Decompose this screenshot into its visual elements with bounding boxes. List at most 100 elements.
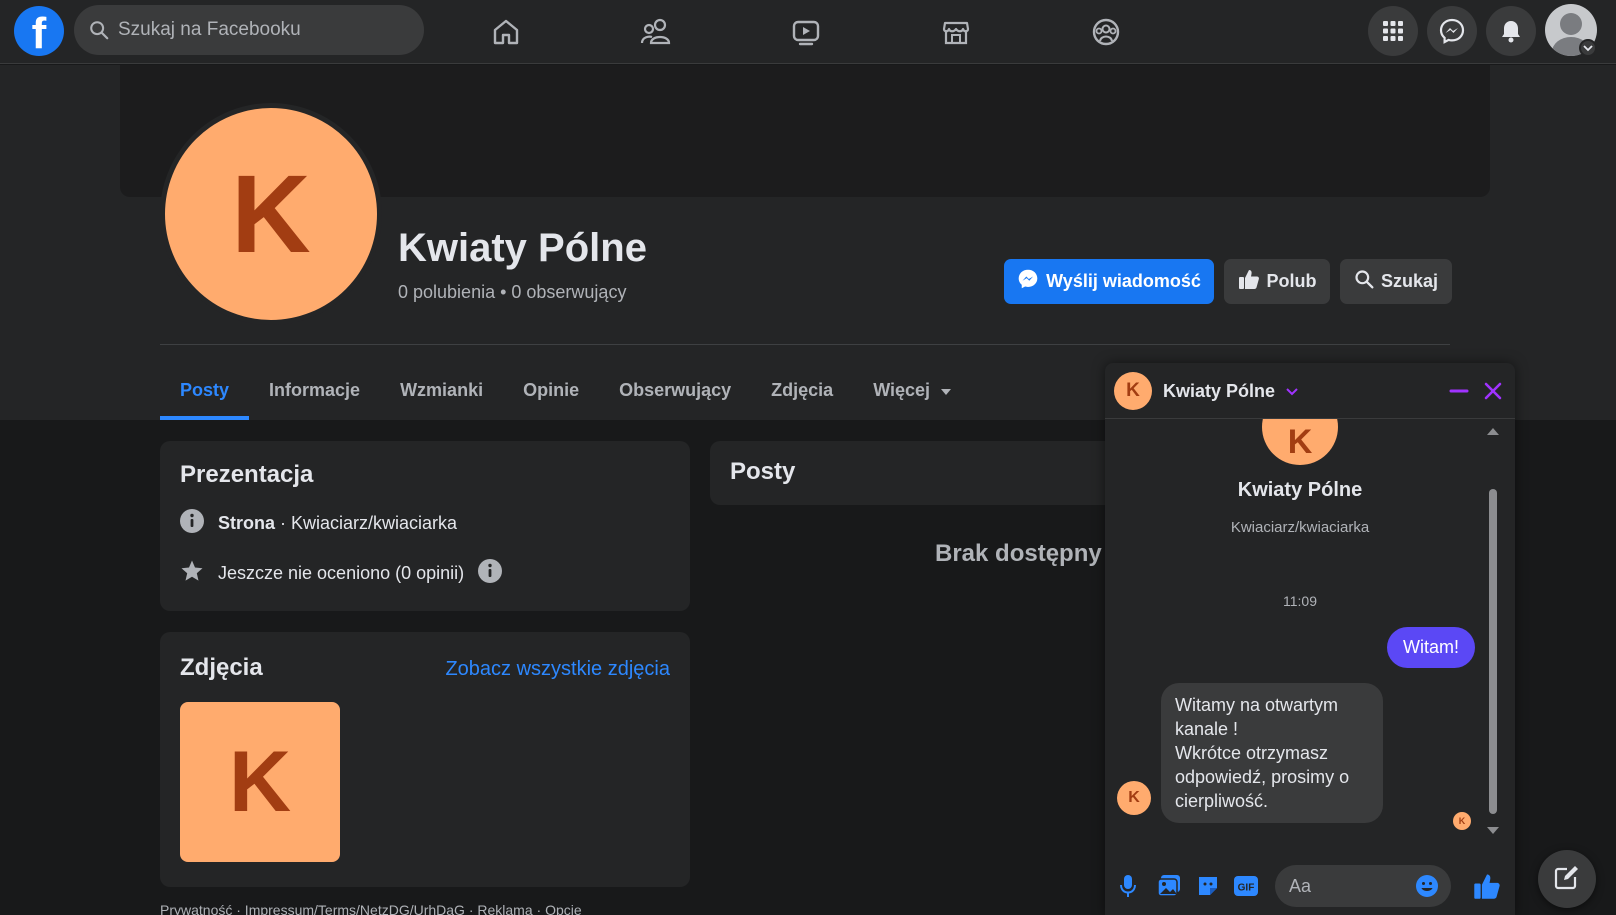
- page-title: Kwiaty Pólne: [398, 226, 647, 270]
- tab-reviews[interactable]: Opinie: [503, 360, 599, 420]
- message-line: Wkrótce otrzymasz: [1175, 743, 1329, 763]
- photo-icon[interactable]: [1157, 874, 1181, 903]
- avatar-head: [1560, 13, 1582, 35]
- photos-title: Zdjęcia: [180, 654, 263, 681]
- posts-title: Posty: [730, 458, 796, 485]
- tab-posts[interactable]: Posty: [160, 360, 250, 420]
- chat-header-name: Kwiaty Pólne: [1163, 381, 1276, 401]
- gif-icon[interactable]: GIF: [1233, 875, 1259, 902]
- chat-page-name: Kwiaty Pólne: [1237, 479, 1363, 501]
- tab-mentions[interactable]: Wzmianki: [380, 360, 503, 420]
- profile-picture-letter: K: [231, 152, 311, 276]
- message-line: kanale !: [1175, 719, 1239, 739]
- message-input-box[interactable]: [1275, 865, 1451, 907]
- category-type: Strona: [218, 513, 276, 533]
- tab-about[interactable]: Informacje: [249, 360, 380, 420]
- chat-avatar: K: [1114, 372, 1152, 410]
- microphone-icon[interactable]: [1119, 874, 1137, 903]
- like-send-icon[interactable]: [1473, 872, 1501, 905]
- message-timestamp: 11:09: [1283, 593, 1317, 609]
- message-line: odpowiedź, prosimy o: [1175, 767, 1350, 787]
- seen-avatar: K: [1453, 812, 1471, 830]
- header-divider: [160, 344, 1450, 345]
- like-label: Polub: [1266, 271, 1317, 291]
- no-posts-message: Brak dostępny: [935, 540, 1102, 567]
- tab-label: Informacje: [269, 379, 361, 400]
- posts-card: Posty: [710, 441, 1130, 505]
- minimize-icon[interactable]: [1449, 381, 1469, 406]
- photo-letter: K: [228, 733, 292, 830]
- search-icon: [88, 19, 110, 46]
- intro-card: Prezentacja Strona · Kwiaciarz/kwiaciark…: [160, 441, 690, 611]
- chat-scrollbar[interactable]: [1489, 489, 1497, 814]
- messenger-icon[interactable]: [1427, 6, 1477, 56]
- emoji-icon[interactable]: [1415, 874, 1439, 903]
- tab-label: Zdjęcia: [771, 379, 834, 400]
- marketplace-icon[interactable]: [934, 10, 978, 54]
- chevron-down-icon[interactable]: [1285, 384, 1299, 402]
- like-button[interactable]: Polub: [1224, 259, 1330, 304]
- scroll-up-icon[interactable]: [1486, 423, 1500, 441]
- photo-thumbnail[interactable]: K: [180, 702, 340, 862]
- message-line: Witamy na otwartym: [1175, 695, 1339, 715]
- message-input[interactable]: [1289, 865, 1409, 907]
- rating-row: Jeszcze nie oceniono (0 opinii): [180, 559, 503, 588]
- caret-down-icon: [940, 380, 952, 401]
- watch-icon[interactable]: [784, 10, 828, 54]
- home-icon[interactable]: [484, 10, 528, 54]
- facebook-logo[interactable]: f: [14, 6, 64, 56]
- intro-title: Prezentacja: [180, 461, 314, 488]
- incoming-message[interactable]: Witamy na otwartym kanale ! Wkrótce otrz…: [1161, 683, 1383, 823]
- scroll-down-icon[interactable]: [1486, 823, 1500, 841]
- profile-picture[interactable]: K: [160, 103, 382, 325]
- tab-label: Wzmianki: [400, 379, 484, 400]
- see-all-photos-link[interactable]: Zobacz wszystkie zdjęcia: [445, 658, 670, 681]
- close-icon[interactable]: [1483, 381, 1503, 406]
- tab-photos[interactable]: Zdjęcia: [751, 360, 853, 420]
- search-box[interactable]: [74, 5, 424, 55]
- notifications-icon[interactable]: [1486, 6, 1536, 56]
- page-search-label: Szukaj: [1380, 271, 1439, 291]
- top-navigation-bar: f: [0, 0, 1616, 64]
- send-message-button[interactable]: Wyślij wiadomość: [1004, 259, 1214, 304]
- send-message-label: Wyślij wiadomość: [1046, 271, 1201, 291]
- tab-label: Obserwujący: [619, 379, 732, 400]
- page-search-button[interactable]: Szukaj: [1340, 259, 1452, 304]
- page-category-row: Strona · Kwiaciarz/kwiaciarka: [180, 509, 457, 538]
- chat-page-avatar: K: [1262, 419, 1338, 465]
- menu-grid-icon[interactable]: [1368, 6, 1418, 56]
- category-value: · Kwiaciarz/kwiaciarka: [275, 513, 458, 533]
- groups-icon[interactable]: [1084, 10, 1128, 54]
- chat-page-avatar-letter: K: [1287, 422, 1313, 461]
- chevron-down-icon[interactable]: [1579, 39, 1597, 57]
- messenger-icon: [1017, 268, 1039, 295]
- sticker-icon[interactable]: [1196, 874, 1220, 903]
- compose-icon: [1554, 864, 1580, 895]
- friends-icon[interactable]: [634, 10, 678, 54]
- new-message-button[interactable]: [1538, 850, 1596, 908]
- search-icon: [1354, 269, 1374, 294]
- info-icon[interactable]: [478, 559, 503, 588]
- page-category: Strona · Kwiaciarz/kwiaciarka: [218, 513, 457, 534]
- footer-links[interactable]: Prywatność · Impressum/Terms/NetzDG/UrhD…: [160, 902, 582, 915]
- page-stats: 0 polubienia • 0 obserwujący: [398, 282, 627, 302]
- tab-label: Więcej: [873, 379, 931, 400]
- chat-window: K Kwiaty Pólne K Kwiaty Pólne Kwiaciarz/…: [1105, 363, 1515, 915]
- chat-header[interactable]: K Kwiaty Pólne: [1105, 363, 1515, 419]
- sender-avatar-letter: K: [1128, 789, 1140, 806]
- seen-avatar-letter: K: [1458, 816, 1466, 826]
- chat-messages[interactable]: K Kwiaty Pólne Kwiaciarz/kwiaciarka 11:0…: [1105, 419, 1515, 857]
- tab-more[interactable]: Więcej: [853, 360, 972, 420]
- info-icon: [180, 509, 204, 538]
- chat-page-category: Kwiaciarz/kwiaciarka: [1230, 519, 1370, 536]
- thumbs-up-icon: [1238, 268, 1260, 295]
- svg-text:GIF: GIF: [1238, 883, 1255, 894]
- search-input[interactable]: [118, 5, 408, 55]
- rating-text: Jeszcze nie oceniono (0 opinii): [218, 563, 465, 583]
- star-icon: [180, 559, 204, 588]
- tab-label: Posty: [180, 379, 230, 400]
- message-line: cierpliwość.: [1175, 791, 1269, 811]
- tab-followers[interactable]: Obserwujący: [599, 360, 751, 420]
- outgoing-message[interactable]: Witam!: [1387, 627, 1475, 668]
- chat-avatar-letter: K: [1126, 380, 1140, 401]
